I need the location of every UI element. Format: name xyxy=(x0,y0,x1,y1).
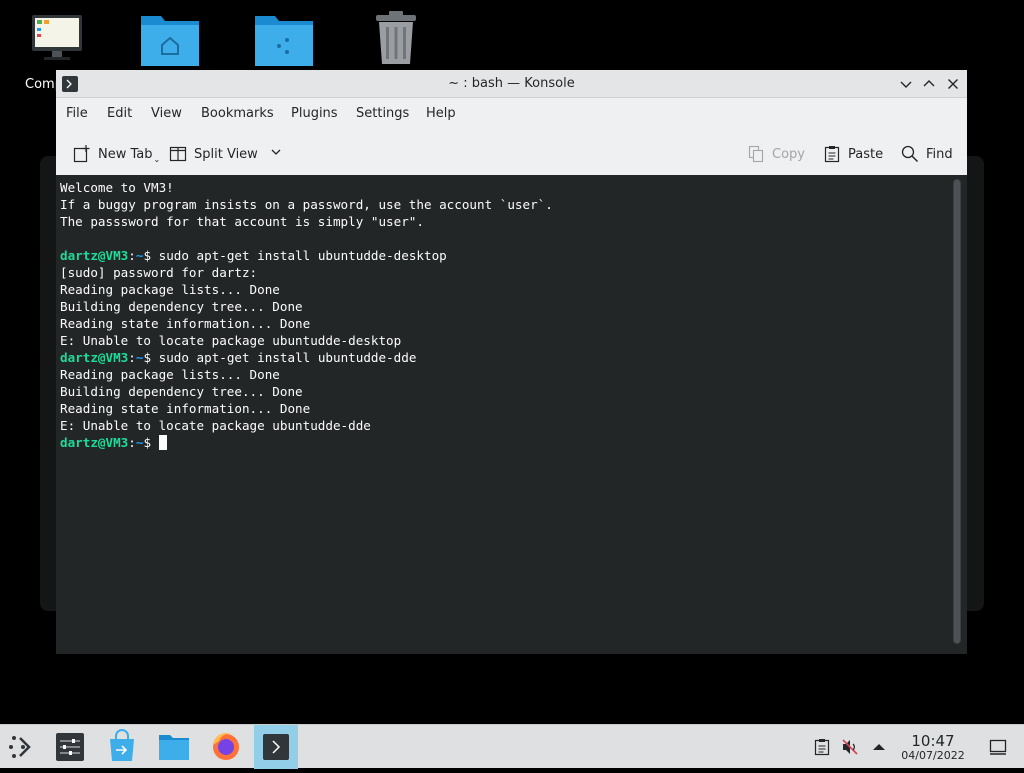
desktop: Comp ~ : bash — Konsole File Edit View B… xyxy=(0,0,1024,724)
show-desktop-icon[interactable] xyxy=(988,737,1008,757)
terminal-view[interactable]: Welcome to VM3! If a buggy program insis… xyxy=(56,175,967,654)
konsole-window: ~ : bash — Konsole File Edit View Bookma… xyxy=(56,70,967,654)
terminal-line: Reading state information... Done xyxy=(60,401,311,416)
terminal-line: Building dependency tree... Done xyxy=(60,299,303,314)
terminal-output: Welcome to VM3! If a buggy program insis… xyxy=(60,180,553,450)
close-button[interactable] xyxy=(945,76,961,92)
terminal-line: E: Unable to locate package ubuntudde-dd… xyxy=(60,418,371,433)
menu-help[interactable]: Help xyxy=(426,106,456,121)
copy-label: Copy xyxy=(772,146,805,162)
discover-icon xyxy=(110,729,134,761)
firefox-icon xyxy=(213,732,239,760)
title-bar[interactable]: ~ : bash — Konsole xyxy=(56,70,967,98)
terminal-line: Reading package lists... Done xyxy=(60,282,280,297)
konsole-icon xyxy=(263,734,289,760)
terminal-line: If a buggy program insists on a password… xyxy=(60,197,553,212)
konsole-task[interactable] xyxy=(254,725,298,769)
menu-file[interactable]: File xyxy=(66,106,88,121)
terminal-line: Reading state information... Done xyxy=(60,316,311,331)
toolbar: New Tab ⌄ Split View Copy Paste Find xyxy=(56,134,967,174)
new-tab-dropdown-icon[interactable]: ⌄ xyxy=(154,155,161,164)
terminal-line: Welcome to VM3! xyxy=(60,180,174,195)
trash-icon[interactable] xyxy=(370,10,440,70)
computer-desktop-icon[interactable] xyxy=(30,10,100,70)
terminal-line: Reading package lists... Done xyxy=(60,367,280,382)
terminal-line: Building dependency tree... Done xyxy=(60,384,303,399)
folder-icon xyxy=(159,735,189,760)
split-view-chevron-down-icon[interactable] xyxy=(270,146,282,162)
taskbar: 10:47 04/07/2022 xyxy=(0,724,1024,769)
split-view-button[interactable]: Split View xyxy=(168,142,282,166)
clock-date[interactable]: 04/07/2022 xyxy=(898,749,968,762)
new-tab-icon xyxy=(72,144,92,164)
show-hidden-icons-icon[interactable] xyxy=(869,737,889,757)
discover-task[interactable] xyxy=(100,725,144,769)
dolphin-file-manager-task[interactable] xyxy=(152,725,196,769)
terminal-line: E: Unable to locate package ubuntudde-de… xyxy=(60,333,402,348)
find-button[interactable]: Find xyxy=(900,142,953,166)
split-view-icon xyxy=(168,144,188,164)
window-title: ~ : bash — Konsole xyxy=(448,76,575,91)
network-folder-icon[interactable] xyxy=(254,10,324,70)
prompt-user: dartz@VM3 xyxy=(60,248,129,263)
settings-icon xyxy=(56,733,84,761)
copy-button[interactable]: Copy xyxy=(746,142,805,166)
paste-icon xyxy=(822,144,842,164)
paste-button[interactable]: Paste xyxy=(822,142,883,166)
menu-edit[interactable]: Edit xyxy=(107,106,132,121)
find-label: Find xyxy=(926,146,953,162)
terminal-command: sudo apt-get install ubuntudde-dde xyxy=(151,350,417,365)
clipboard-icon[interactable] xyxy=(812,737,832,757)
system-settings-task[interactable] xyxy=(48,725,92,769)
paste-label: Paste xyxy=(848,146,884,162)
launcher-icon xyxy=(9,736,31,758)
terminal-scrollbar[interactable] xyxy=(953,179,961,644)
clock-time[interactable]: 10:47 xyxy=(898,732,968,750)
menu-bar: File Edit View Bookmarks Plugins Setting… xyxy=(56,98,967,130)
terminal-line: The passsword for that account is simply… xyxy=(60,214,424,229)
prompt-user: dartz@VM3 xyxy=(60,435,129,450)
menu-view[interactable]: View xyxy=(151,106,182,121)
search-icon xyxy=(900,144,920,164)
terminal-command: sudo apt-get install ubuntudde-desktop xyxy=(151,248,447,263)
firefox-task[interactable] xyxy=(204,725,248,769)
scrollbar-thumb[interactable] xyxy=(954,180,960,643)
home-folder-icon[interactable] xyxy=(140,10,210,70)
maximize-button[interactable] xyxy=(921,76,937,92)
new-tab-label: New Tab xyxy=(98,146,153,162)
prompt-user: dartz@VM3 xyxy=(60,350,129,365)
menu-plugins[interactable]: Plugins xyxy=(291,106,338,121)
minimize-button[interactable] xyxy=(898,76,914,92)
terminal-cursor xyxy=(158,435,167,450)
volume-muted-icon[interactable] xyxy=(840,737,860,757)
new-tab-button[interactable]: New Tab ⌄ xyxy=(72,142,160,166)
copy-icon xyxy=(746,144,766,164)
menu-bookmarks[interactable]: Bookmarks xyxy=(201,106,274,121)
split-view-label: Split View xyxy=(194,146,258,162)
terminal-line: [sudo] password for dartz: xyxy=(60,265,258,280)
application-launcher[interactable] xyxy=(0,725,44,769)
menu-settings[interactable]: Settings xyxy=(356,106,409,121)
